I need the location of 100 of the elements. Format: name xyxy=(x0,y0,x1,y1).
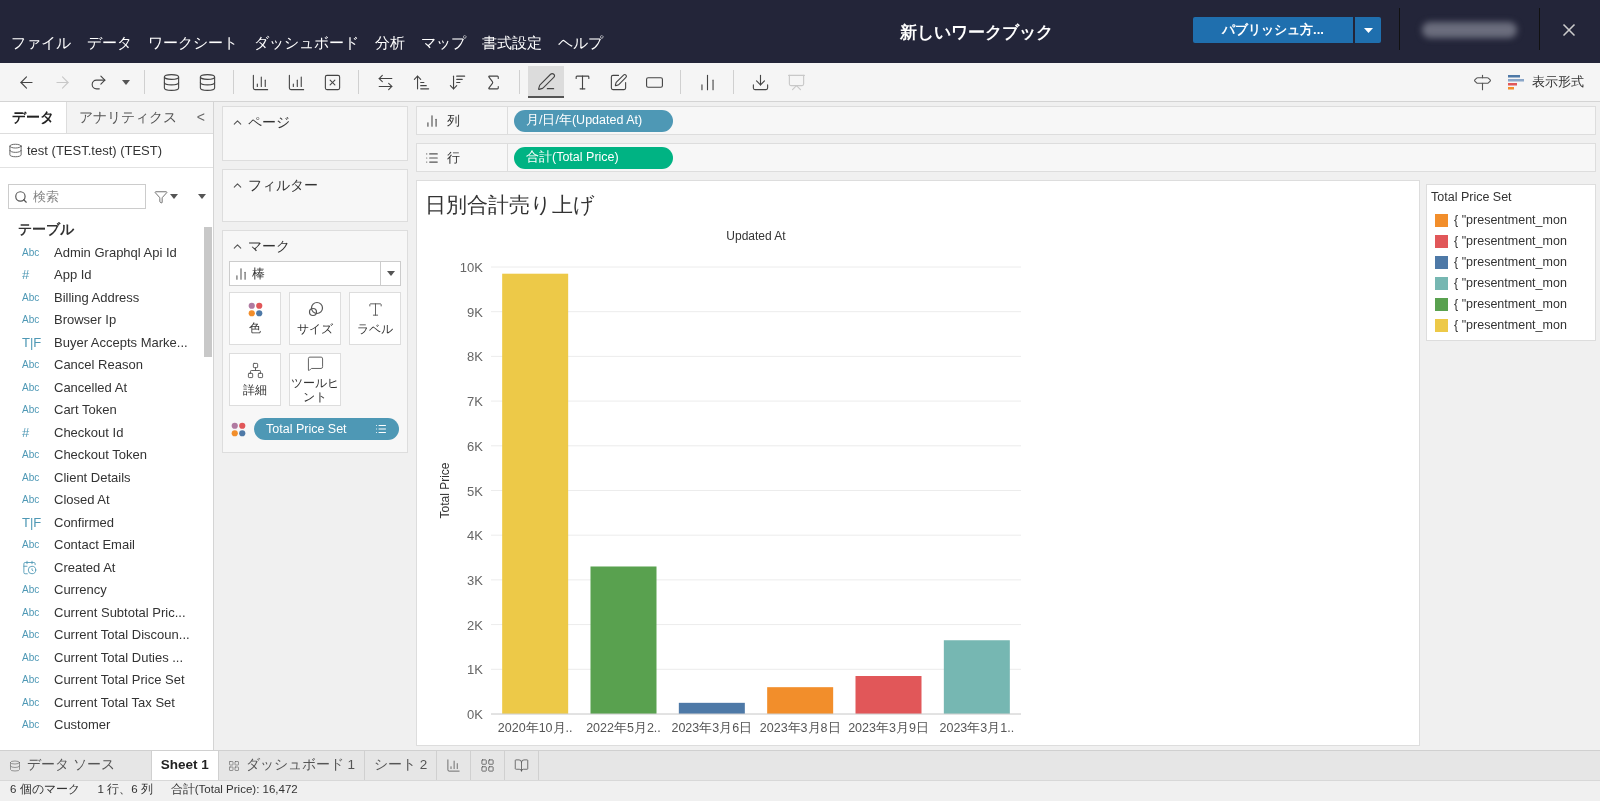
new-story-icon xyxy=(514,758,530,773)
caret-icon xyxy=(170,194,178,199)
legend-label[interactable]: { "presentment_mon xyxy=(1454,273,1567,293)
mark-property-button[interactable]: ツールヒント xyxy=(289,353,341,406)
sheet-title: 日別合計売り上げ xyxy=(425,192,596,218)
field-type-label: T|F xyxy=(22,333,43,352)
grid-icon xyxy=(227,759,240,772)
menu-item[interactable]: ワークシート xyxy=(141,31,245,54)
field-type-label: Abc xyxy=(22,718,41,733)
field-item[interactable]: Abc Current Total Duties ... xyxy=(0,646,203,669)
tick-label: 4K xyxy=(467,528,483,544)
format-button[interactable]: 表示形式 xyxy=(1500,66,1592,98)
field-item[interactable]: Abc Client Details xyxy=(0,466,203,489)
field-type-label: T|F xyxy=(22,513,43,532)
field-item[interactable]: Abc Contact Email xyxy=(0,533,203,556)
field-item[interactable]: T|F Confirmed xyxy=(0,511,203,534)
tick-label: 10K xyxy=(459,260,483,275)
window-title: 新しいワークブック xyxy=(900,22,1053,44)
publish-dropdown-button[interactable] xyxy=(1355,17,1381,43)
field-type-label: Abc xyxy=(22,245,41,260)
publish-button[interactable]: パブリッシュ方... xyxy=(1193,17,1353,43)
category-label: 2023年3月9日 xyxy=(848,721,929,735)
menu-item[interactable]: 書式設定 xyxy=(475,31,549,54)
field-item[interactable]: Abc Customer xyxy=(0,713,203,736)
scrollbar-thumb[interactable] xyxy=(204,227,212,357)
format-icon xyxy=(1508,74,1524,90)
sort-icon xyxy=(375,423,387,435)
card-title: フィルター xyxy=(248,175,318,195)
mark-property-button[interactable]: ラベル xyxy=(349,292,401,345)
color-dots-icon xyxy=(247,302,263,317)
menu-item[interactable]: データ xyxy=(80,31,139,54)
caret-icon xyxy=(1363,27,1373,33)
category-label: 2023年3月1.. xyxy=(939,721,1015,735)
legend-title: Total Price Set xyxy=(1430,189,1513,206)
field-item[interactable]: Abc Cancel Reason xyxy=(0,353,203,376)
tick-label: 9K xyxy=(467,304,483,320)
mark-property-button[interactable]: サイズ xyxy=(289,292,341,345)
menu-item[interactable]: 分析 xyxy=(368,31,412,54)
field-item[interactable]: Abc Cancelled At xyxy=(0,376,203,399)
hierarchy-icon xyxy=(246,362,264,379)
menu-item[interactable]: ファイル xyxy=(4,31,78,54)
field-type-label: # xyxy=(22,423,31,442)
legend-label[interactable]: { "presentment_mon xyxy=(1454,210,1567,230)
field-item[interactable]: Abc Cart Token xyxy=(0,398,203,421)
menu-item[interactable]: ヘルプ xyxy=(551,31,610,54)
field-type-label: Abc xyxy=(22,290,41,305)
field-item[interactable]: Abc Checkout Token xyxy=(0,443,203,466)
field-item[interactable]: Abc Current Subtotal Pric... xyxy=(0,601,203,624)
bar[interactable] xyxy=(678,702,745,714)
legend-label[interactable]: { "presentment_mon xyxy=(1454,294,1567,314)
columns-icon xyxy=(425,113,439,128)
sheet-tab[interactable]: Sheet 1 xyxy=(151,751,219,780)
calendar-clock-icon xyxy=(22,559,37,575)
menu-item[interactable]: マップ xyxy=(414,31,473,54)
category-label: 2023年3月6日 xyxy=(671,721,753,735)
filter-icon xyxy=(154,189,168,204)
tick-label: 0K xyxy=(467,707,483,722)
field-item[interactable]: Abc Currency xyxy=(0,578,203,601)
legend-label[interactable]: { "presentment_mon xyxy=(1454,252,1567,272)
tick-label: 5K xyxy=(467,483,483,499)
rows-icon xyxy=(425,150,439,165)
color-dots-icon xyxy=(231,421,246,437)
tick-label: 3K xyxy=(467,572,483,588)
card-title: マーク xyxy=(248,236,290,256)
field-item[interactable]: Abc Current Total Discoun... xyxy=(0,623,203,646)
field-type-label: Abc xyxy=(22,470,41,485)
status-text: 6 個のマーク xyxy=(10,782,80,798)
field-item[interactable]: # Checkout Id xyxy=(0,421,203,444)
menu-item[interactable]: ダッシュボード xyxy=(247,31,366,54)
status-text: 合計(Total Price): 16,472 xyxy=(170,782,298,798)
pen-button[interactable] xyxy=(528,66,564,98)
mark-type-dropdown[interactable]: 棒 xyxy=(229,261,401,286)
search-field[interactable]: 検索 xyxy=(8,184,146,209)
shelf-label: 列 xyxy=(447,111,460,130)
field-item[interactable]: # App Id xyxy=(0,263,203,286)
new-sheet-icon xyxy=(446,758,462,773)
field-item[interactable]: Abc Billing Address xyxy=(0,286,203,309)
field-item[interactable]: T|F Buyer Accepts Marke... xyxy=(0,331,203,354)
size-icon xyxy=(306,301,324,318)
field-type-label: Abc xyxy=(22,628,41,643)
field-item[interactable]: Abc Admin Graphql Api Id xyxy=(0,241,203,264)
field-type-label: Abc xyxy=(22,695,41,710)
shelf-label: 行 xyxy=(447,148,460,167)
field-item[interactable]: Created At xyxy=(0,556,203,579)
category-label: 2023年3月8日 xyxy=(759,721,841,735)
category-label: 2022年5月2.. xyxy=(586,721,661,735)
field-type-label: Abc xyxy=(22,493,41,508)
collapse-button[interactable]: < xyxy=(189,102,213,133)
mark-property-button[interactable]: 色 xyxy=(229,292,281,345)
field-item[interactable]: Abc Current Total Price Set xyxy=(0,668,203,691)
field-type-label: Abc xyxy=(22,358,41,373)
field-item[interactable]: Abc Browser Ip xyxy=(0,308,203,331)
datasource-name[interactable]: test (TEST.test) (TEST) xyxy=(27,140,163,161)
field-item[interactable]: Abc Current Total Tax Set xyxy=(0,691,203,714)
legend-label[interactable]: { "presentment_mon xyxy=(1454,231,1567,251)
field-item[interactable]: Abc Closed At xyxy=(0,488,203,511)
legend-label[interactable]: { "presentment_mon xyxy=(1454,315,1567,335)
mark-property-button[interactable]: 詳細 xyxy=(229,353,281,406)
status-text: 1 行、6 列 xyxy=(97,782,153,798)
pane-tab[interactable]: アナリティクス xyxy=(67,102,189,133)
